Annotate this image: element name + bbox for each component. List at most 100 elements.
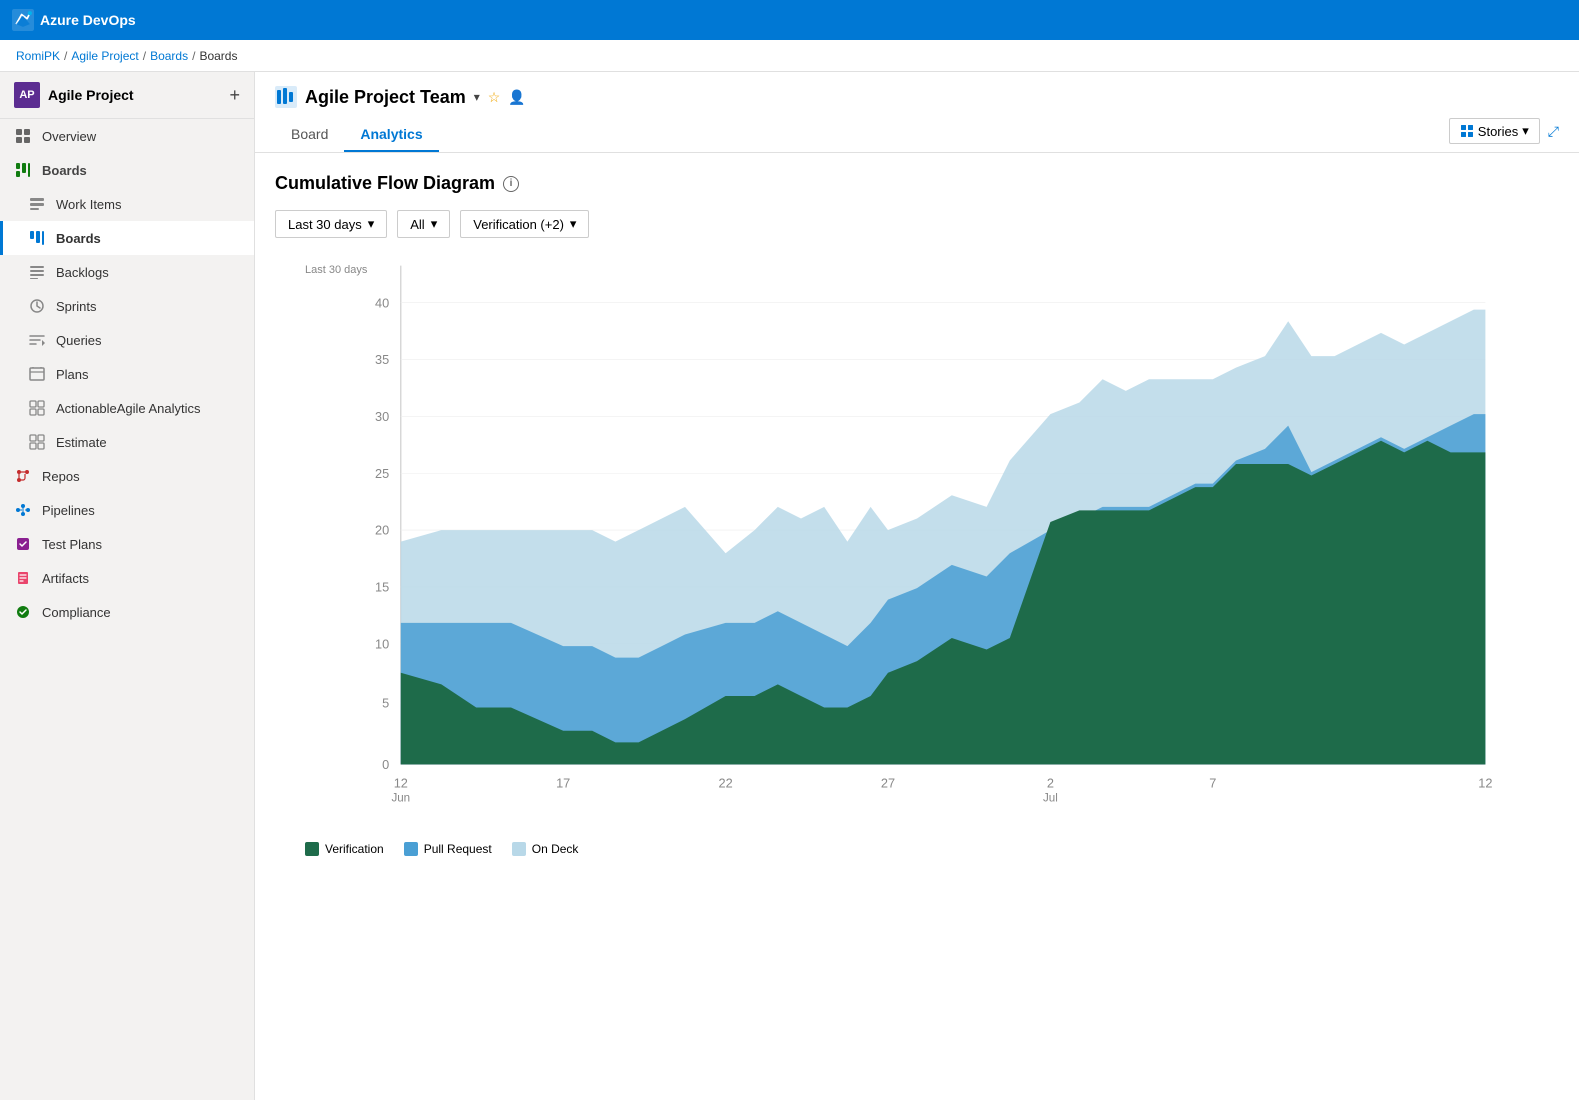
- stories-dropdown-button[interactable]: Stories ▾: [1449, 118, 1540, 144]
- chart-legend: Verification Pull Request On Deck: [275, 842, 1559, 856]
- sidebar-item-artifacts-label: Artifacts: [42, 571, 89, 586]
- svg-text:0: 0: [382, 757, 389, 772]
- overview-icon: [14, 127, 32, 145]
- team-chevron-button[interactable]: ▾: [474, 90, 480, 104]
- legend-pull-request-color: [404, 842, 418, 856]
- stages-chevron-icon: ▾: [570, 216, 577, 232]
- estimate-icon: [28, 433, 46, 451]
- plans-icon: [28, 365, 46, 383]
- team-title-row: Agile Project Team ▾ ☆ 👤: [275, 86, 1559, 108]
- svg-text:Jun: Jun: [391, 792, 410, 805]
- sidebar-project: AP Agile Project +: [0, 72, 254, 119]
- legend-on-deck-label: On Deck: [532, 842, 579, 856]
- svg-text:22: 22: [719, 776, 733, 791]
- sidebar: AP Agile Project + Overview Boards Work …: [0, 72, 255, 1100]
- sidebar-item-plans[interactable]: Plans: [0, 357, 254, 391]
- svg-text:17: 17: [556, 776, 570, 791]
- content-header: Agile Project Team ▾ ☆ 👤 Board Analytics…: [255, 72, 1579, 153]
- svg-text:30: 30: [375, 409, 389, 424]
- compliance-icon: [14, 603, 32, 621]
- legend-on-deck-color: [512, 842, 526, 856]
- analytics-panel: Cumulative Flow Diagram i Last 30 days ▾…: [255, 153, 1579, 1100]
- svg-text:40: 40: [375, 295, 389, 310]
- type-chevron-icon: ▾: [431, 216, 438, 232]
- topbar: Azure DevOps: [0, 0, 1579, 40]
- sidebar-item-boards-label: Boards: [56, 231, 101, 246]
- svg-text:12: 12: [1478, 776, 1492, 791]
- svg-text:10: 10: [375, 636, 389, 651]
- queries-icon: [28, 331, 46, 349]
- sidebar-item-actionable-label: ActionableAgile Analytics: [56, 401, 201, 416]
- svg-text:20: 20: [375, 523, 389, 538]
- test-plans-icon: [14, 535, 32, 553]
- content-tabs: Board Analytics: [275, 120, 439, 152]
- boards-header-icon: [14, 161, 32, 179]
- period-chevron-icon: ▾: [368, 216, 375, 232]
- breadcrumb-romipk[interactable]: RomiPK: [16, 49, 60, 63]
- legend-verification: Verification: [305, 842, 384, 856]
- sidebar-item-test-plans[interactable]: Test Plans: [0, 527, 254, 561]
- sidebar-item-boards-header[interactable]: Boards: [0, 153, 254, 187]
- sidebar-item-work-items[interactable]: Work Items: [0, 187, 254, 221]
- sidebar-item-repos[interactable]: Repos: [0, 459, 254, 493]
- sidebar-item-queries-label: Queries: [56, 333, 102, 348]
- add-project-button[interactable]: +: [229, 86, 240, 104]
- work-items-icon: [28, 195, 46, 213]
- period-filter[interactable]: Last 30 days ▾: [275, 210, 387, 238]
- sidebar-item-queries[interactable]: Queries: [0, 323, 254, 357]
- tab-board[interactable]: Board: [275, 120, 344, 152]
- sidebar-item-backlogs-label: Backlogs: [56, 265, 109, 280]
- sidebar-item-pipelines[interactable]: Pipelines: [0, 493, 254, 527]
- stories-icon: [1460, 124, 1474, 138]
- stages-filter-value: Verification (+2): [473, 217, 564, 232]
- sidebar-item-sprints-label: Sprints: [56, 299, 96, 314]
- sidebar-item-estimate[interactable]: Estimate: [0, 425, 254, 459]
- type-filter-value: All: [410, 217, 424, 232]
- svg-text:5: 5: [382, 696, 389, 711]
- chart-period-label: Last 30 days: [305, 264, 367, 276]
- legend-verification-label: Verification: [325, 842, 384, 856]
- sidebar-item-pipelines-label: Pipelines: [42, 503, 95, 518]
- project-name: Agile Project: [48, 87, 134, 103]
- sidebar-boards-section-label: Boards: [42, 163, 87, 178]
- svg-text:7: 7: [1209, 776, 1216, 791]
- chart-wrapper: Last 30 days 0 5 10: [275, 254, 1559, 834]
- sidebar-item-artifacts[interactable]: Artifacts: [0, 561, 254, 595]
- chart-filters: Last 30 days ▾ All ▾ Verification (+2) ▾: [275, 210, 1559, 238]
- breadcrumb-boards-2: Boards: [199, 49, 237, 63]
- svg-text:25: 25: [375, 466, 389, 481]
- breadcrumb-agile-project[interactable]: Agile Project: [71, 49, 138, 63]
- svg-text:27: 27: [881, 776, 895, 791]
- sidebar-item-repos-label: Repos: [42, 469, 80, 484]
- app-logo[interactable]: Azure DevOps: [12, 9, 136, 31]
- team-icon: [275, 86, 297, 108]
- type-filter[interactable]: All ▾: [397, 210, 450, 238]
- sprints-icon: [28, 297, 46, 315]
- sidebar-item-overview-label: Overview: [42, 129, 96, 144]
- sidebar-item-boards[interactable]: Boards: [0, 221, 254, 255]
- sidebar-item-backlogs[interactable]: Backlogs: [0, 255, 254, 289]
- sidebar-item-overview[interactable]: Overview: [0, 119, 254, 153]
- repos-icon: [14, 467, 32, 485]
- project-avatar: AP: [14, 82, 40, 108]
- boards-icon: [28, 229, 46, 247]
- stages-filter[interactable]: Verification (+2) ▾: [460, 210, 589, 238]
- sidebar-item-compliance[interactable]: Compliance: [0, 595, 254, 629]
- sidebar-item-estimate-label: Estimate: [56, 435, 107, 450]
- stories-label: Stories: [1478, 124, 1518, 139]
- favorite-button[interactable]: ☆: [488, 89, 501, 106]
- breadcrumb-boards-1[interactable]: Boards: [150, 49, 188, 63]
- svg-text:35: 35: [375, 352, 389, 367]
- team-members-button[interactable]: 👤: [508, 89, 525, 106]
- svg-text:12: 12: [394, 776, 408, 791]
- sidebar-item-actionable[interactable]: ActionableAgile Analytics: [0, 391, 254, 425]
- expand-button[interactable]: ⤢: [1548, 123, 1559, 140]
- sidebar-item-compliance-label: Compliance: [42, 605, 111, 620]
- app-title: Azure DevOps: [40, 12, 136, 28]
- sidebar-item-sprints[interactable]: Sprints: [0, 289, 254, 323]
- chart-info-icon[interactable]: i: [503, 176, 519, 192]
- tab-analytics[interactable]: Analytics: [344, 120, 438, 152]
- stories-chevron-icon: ▾: [1522, 123, 1529, 139]
- legend-on-deck: On Deck: [512, 842, 579, 856]
- chart-title: Cumulative Flow Diagram i: [275, 173, 1559, 194]
